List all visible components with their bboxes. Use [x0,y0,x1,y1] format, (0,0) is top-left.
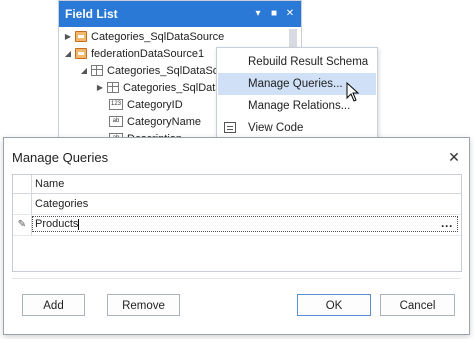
tree-item-label: Categories_SqlDataSour [107,64,229,77]
string-field-icon: ab [109,116,123,127]
table-row[interactable]: ✎ Products ··· [13,215,461,236]
tree-item-label: CategoryName [127,115,201,128]
tree-item[interactable]: ab CategoryName [107,113,201,130]
tree-item[interactable]: 123 CategoryID [107,96,183,113]
menu-item-label: View Code [248,122,304,134]
menu-item-view-code[interactable]: View Code [218,117,376,139]
menu-item-rebuild-result-schema[interactable]: Rebuild Result Schema [218,51,376,73]
number-field-icon: 123 [109,99,123,110]
query-name-input[interactable]: Products ··· [32,216,458,233]
cancel-button[interactable]: Cancel [380,294,455,316]
collapse-arrow-icon[interactable]: ◢ [79,66,89,75]
ok-button[interactable]: OK [297,294,371,316]
manage-queries-dialog: Manage Queries ✕ Name Categories ✎ Produ… [3,137,470,335]
datasource-icon [75,31,87,42]
remove-button[interactable]: Remove [107,294,180,316]
menu-item-label: Manage Queries... [248,78,343,90]
ellipsis-button[interactable]: ··· [441,219,453,233]
query-name-cell[interactable]: Categories [35,198,88,210]
tree-item-label: federationDataSource1 [91,47,205,60]
text-caret [78,218,80,230]
collapse-arrow-icon[interactable]: ◢ [63,49,73,58]
add-button[interactable]: Add [22,294,85,316]
edit-pencil-icon: ✎ [13,215,32,235]
dialog-title: Manage Queries [12,149,109,165]
row-indicator-header [13,175,32,193]
menu-item-label: Rebuild Result Schema [248,56,369,68]
table-row[interactable]: Categories [13,194,461,215]
mouse-cursor-icon [346,82,360,102]
close-icon[interactable]: ✕ [439,149,469,166]
dialog-titlebar: Manage Queries ✕ [4,138,469,176]
column-header-name[interactable]: Name [35,178,64,190]
dropdown-icon[interactable]: ▾ [251,7,265,21]
query-name-value: Products [35,218,79,230]
table-icon [107,82,119,93]
tree-item-label: CategoryID [127,98,183,111]
row-indicator [13,194,32,214]
tree-item[interactable]: ▶ Categories_SqlDataS [95,79,229,96]
pin-icon[interactable]: ■ [267,7,281,21]
expand-arrow-icon[interactable]: ▶ [63,32,73,41]
table-icon [91,65,103,76]
view-code-icon [224,122,236,133]
field-list-title: Field List [65,7,118,21]
grid-header: Name [13,175,461,194]
tree-item-label: Categories_SqlDataSource [91,30,225,43]
tree-item[interactable]: ◢ federationDataSource1 [63,45,204,62]
close-icon[interactable]: ✕ [283,7,297,21]
expand-arrow-icon[interactable]: ▶ [95,83,105,92]
queries-grid: Name Categories ✎ Products ··· [12,174,462,272]
datasource-icon [75,48,87,59]
menu-item-label: Manage Relations... [248,100,351,112]
field-list-header: Field List ▾ ■ ✕ [59,1,301,27]
tree-item[interactable]: ◢ Categories_SqlDataSour [79,62,229,79]
tree-item[interactable]: ▶ Categories_SqlDataSource [63,28,224,45]
tree-item-label: Categories_SqlDataS [123,81,229,94]
